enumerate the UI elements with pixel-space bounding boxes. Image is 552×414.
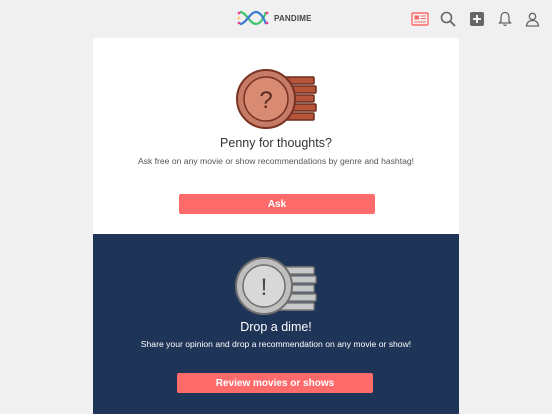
- search-icon[interactable]: [438, 9, 458, 29]
- brand-logo[interactable]: PANDIME: [236, 7, 312, 29]
- card-title: Penny for thoughts?: [220, 136, 332, 150]
- coin-symbol: !: [261, 274, 268, 301]
- plus-square-icon[interactable]: [467, 9, 487, 29]
- penny-coin-icon: ?: [236, 69, 317, 129]
- card-description: Share your opinion and drop a recommenda…: [140, 339, 412, 349]
- card-description: Ask free on any movie or show recommenda…: [137, 156, 415, 166]
- bell-icon[interactable]: [495, 9, 515, 29]
- card-title: Drop a dime!: [240, 320, 312, 334]
- pandime-logo-icon: [237, 10, 269, 26]
- newspaper-icon[interactable]: [410, 9, 430, 29]
- top-bar: PANDIME: [0, 0, 552, 38]
- user-icon[interactable]: [522, 9, 542, 29]
- coin-symbol: ?: [259, 87, 272, 114]
- dime-coin-icon: !: [235, 257, 317, 315]
- ask-button[interactable]: Ask: [179, 194, 375, 214]
- review-button[interactable]: Review movies or shows: [177, 373, 373, 393]
- ask-card: ? Penny for thoughts? Ask free on any mo…: [93, 38, 459, 234]
- drop-card: ! Drop a dime! Share your opinion and dr…: [93, 234, 459, 414]
- brand-name: PANDIME: [274, 13, 312, 23]
